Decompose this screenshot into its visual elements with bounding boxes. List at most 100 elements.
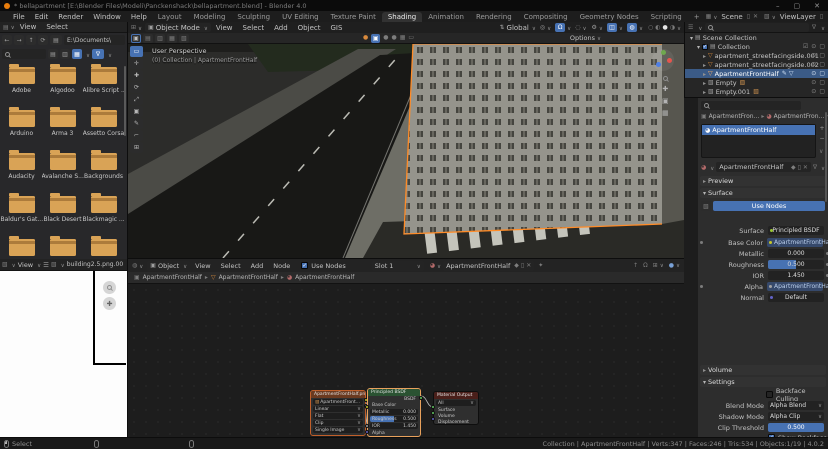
new-folder-icon[interactable]: ▤ <box>50 35 62 45</box>
use-nodes-checkbox[interactable]: ✓ <box>301 262 308 269</box>
surface-shader-dropdown[interactable]: Principled BSDF <box>768 226 824 235</box>
image-node-source[interactable]: Single Image <box>313 427 363 433</box>
image-editor-type-icon[interactable]: ▧ <box>2 261 8 268</box>
close-button[interactable]: ✕ <box>814 2 820 10</box>
panel-preview[interactable]: Preview <box>700 176 826 186</box>
image-node-extension[interactable]: Clip <box>313 420 363 426</box>
disable-render-icon[interactable]: ▢ <box>819 88 825 95</box>
menu-window[interactable]: Window <box>88 13 126 21</box>
shadow-mode-dropdown[interactable]: Alpha Clip <box>768 412 824 421</box>
viewport-menu-select[interactable]: Select <box>238 24 270 32</box>
slot-dropdown[interactable]: Slot 1 <box>372 261 424 271</box>
ior-field[interactable]: 1.450 <box>768 271 824 280</box>
backface-culling-checkbox[interactable] <box>766 391 773 398</box>
socket-normal-in[interactable] <box>365 430 369 434</box>
pan-gizmo-icon[interactable]: ✚ <box>103 297 116 310</box>
hamburger-menu-icon[interactable]: ☰ <box>43 261 49 269</box>
tool-option-icon[interactable]: ▦ <box>167 34 177 43</box>
filter-toggle-icon[interactable]: ∇ <box>92 49 104 59</box>
panel-settings[interactable]: Settings <box>700 377 826 387</box>
shader-menu-add[interactable]: Add <box>246 262 269 270</box>
scene-new-icon[interactable]: ▯ <box>747 13 750 20</box>
shading-dropdown[interactable] <box>675 24 681 32</box>
hide-eye-icon[interactable]: ⊙ <box>811 52 816 59</box>
file-browser-menu-view[interactable]: View <box>15 23 42 31</box>
show-backface-checkbox[interactable]: ✓ <box>768 434 775 437</box>
camera-view-icon[interactable]: ▣ <box>662 97 669 105</box>
outliner-row-scene-collection[interactable]: ▤Scene Collection <box>685 33 828 42</box>
exclude-checkbox-icon[interactable]: ☑ <box>803 43 808 50</box>
shader-type-dropdown[interactable]: ▣Object <box>147 261 190 271</box>
folder-item[interactable] <box>83 236 125 259</box>
socket-displacement-in[interactable] <box>431 417 435 421</box>
file-search-input[interactable] <box>2 49 46 59</box>
pan-hand-icon[interactable]: ✚ <box>662 85 669 93</box>
tool-select-box[interactable]: ▭ <box>130 46 143 57</box>
folder-item[interactable]: Black Desert <box>42 193 84 236</box>
workspace-tab-animation[interactable]: Animation <box>422 12 470 22</box>
viewport-menu-object[interactable]: Object <box>293 24 326 32</box>
workspace-tab-layout[interactable]: Layout <box>152 12 188 22</box>
disable-render-icon[interactable]: ▢ <box>819 52 825 59</box>
image-canvas[interactable]: ✚ <box>0 271 127 437</box>
clip-threshold-slider[interactable]: 0.500 <box>768 423 824 432</box>
workspace-tab-sculpting[interactable]: Sculpting <box>231 12 276 22</box>
workspace-tab-uv-editing[interactable]: UV Editing <box>276 12 325 22</box>
mode-dropdown[interactable]: ▣Object Mode <box>145 23 211 32</box>
scene-name[interactable]: Scene <box>721 13 742 21</box>
orientation-dropdown[interactable]: Global <box>507 24 529 32</box>
sphere-icon[interactable]: ● <box>392 34 397 43</box>
slot-specials-dropdown[interactable]: ∨ <box>819 148 823 155</box>
refresh-icon[interactable]: ⟳ <box>38 35 48 45</box>
options-dropdown[interactable]: Options <box>570 34 601 42</box>
viewport-menu-view[interactable]: View <box>211 24 238 32</box>
alpha-field[interactable]: ApartmentFrontHalf.p... <box>767 282 823 291</box>
hide-eye-icon[interactable]: ⊙ <box>811 43 816 50</box>
properties-search-input[interactable] <box>701 101 801 110</box>
fake-user-shield-icon[interactable]: ◆ <box>791 164 796 171</box>
maximize-button[interactable]: ▢ <box>794 2 801 10</box>
bsdf-ior-field[interactable]: IOR1.450 <box>370 423 418 429</box>
image-name[interactable]: building2.5.png.00 <box>67 261 123 268</box>
folder-item[interactable]: Blackmagic ... <box>83 193 125 236</box>
material-filter-icon[interactable]: ∇ <box>813 164 817 171</box>
material-slot-list[interactable]: ◕ ApartmentFrontHalf <box>701 124 816 158</box>
navigation-gizmo[interactable] <box>652 49 674 71</box>
tool-option-icon[interactable]: ▥ <box>155 34 165 43</box>
outliner-row-empty-2[interactable]: ▧Empty.001 ▧ ⊙▢ <box>685 87 828 96</box>
outliner-filter-icon[interactable]: ∇ <box>812 24 816 31</box>
tool-option-icon[interactable]: ▤ <box>143 34 153 43</box>
paint-slot-icon[interactable]: ▣ <box>371 34 380 43</box>
metallic-field[interactable]: 0.000 <box>768 249 824 258</box>
tool-option-icon[interactable]: ▧ <box>179 34 189 43</box>
outliner-row-selected[interactable]: ▽ApartmentFrontHalf ✎ ▽ ⊙▢ <box>685 69 828 78</box>
shading-solid-icon[interactable]: ◐ <box>655 24 660 31</box>
image-node-projection[interactable]: Flat <box>313 413 363 419</box>
shading-material-icon[interactable]: ● <box>662 24 667 31</box>
preview-shading-icon[interactable]: ● <box>669 262 680 269</box>
filter-settings-dropdown[interactable] <box>106 50 112 59</box>
outliner-display-mode-icon[interactable]: ☰ <box>688 24 693 31</box>
zoom-icon[interactable] <box>662 76 669 81</box>
bsdf-metallic-field[interactable]: Metallic0.000 <box>370 409 418 415</box>
tool-scale[interactable]: ⤢ <box>130 94 143 105</box>
folder-item[interactable]: Audacity <box>1 150 43 193</box>
overlays-icon[interactable]: ◫ <box>607 23 617 32</box>
tool-transform[interactable]: ▣ <box>130 106 143 117</box>
sphere-icon[interactable]: ● <box>383 34 388 43</box>
socket-base-color-in[interactable] <box>365 405 369 409</box>
up-icon[interactable]: ↑ <box>26 35 36 45</box>
viewport-menu-gis[interactable]: GIS <box>325 24 347 32</box>
menu-help[interactable]: Help <box>126 13 152 21</box>
tool-annotate[interactable]: ✎ <box>130 118 143 129</box>
disable-render-icon[interactable]: ▢ <box>819 79 825 86</box>
disable-render-icon[interactable]: ▢ <box>819 43 825 50</box>
disable-render-icon[interactable]: ▢ <box>819 61 825 68</box>
copy-material-icon[interactable]: ▯ <box>798 164 801 171</box>
image-node-interpolation[interactable]: Linear <box>313 406 363 412</box>
outliner-row-empty-1[interactable]: ▧Empty ▧ ⊙▢ <box>685 78 828 87</box>
add-workspace-button[interactable]: + <box>688 12 706 22</box>
minimize-button[interactable]: – <box>776 2 780 10</box>
blend-mode-dropdown[interactable]: Alpha Blend <box>768 401 824 410</box>
shader-menu-node[interactable]: Node <box>268 262 295 270</box>
